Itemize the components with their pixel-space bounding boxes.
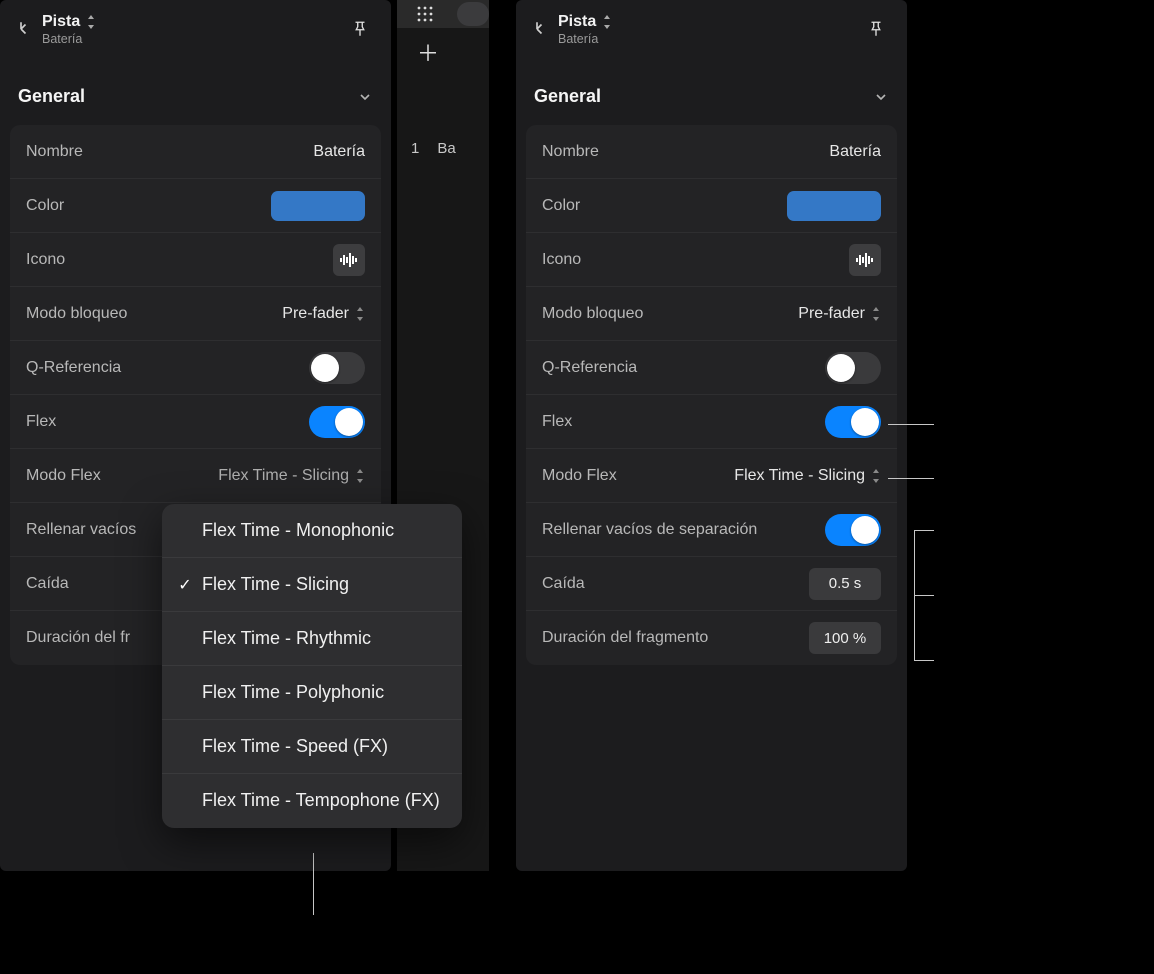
label-color: Color xyxy=(542,197,580,215)
label-flex: Flex xyxy=(542,413,572,431)
track-icon-tile[interactable] xyxy=(849,244,881,276)
pin-button[interactable] xyxy=(343,12,377,46)
toolbar-pill[interactable] xyxy=(457,2,489,26)
row-qref: Q-Referencia xyxy=(10,341,381,395)
label-flex: Flex xyxy=(26,413,56,431)
chevron-down-icon xyxy=(357,89,373,105)
label-color: Color xyxy=(26,197,64,215)
row-modoflex[interactable]: Modo Flex Flex Time - Slicing xyxy=(526,449,897,503)
toggle-flex[interactable] xyxy=(825,406,881,438)
track-icon-tile[interactable] xyxy=(333,244,365,276)
waveform-icon xyxy=(339,253,359,267)
updown-icon xyxy=(602,15,612,29)
row-duracion: Duración del fragmento 100 % xyxy=(526,611,897,665)
chevron-down-icon xyxy=(873,89,889,105)
header-title[interactable]: Pista xyxy=(558,13,596,31)
label-bloqueo: Modo bloqueo xyxy=(542,305,643,323)
value-bloqueo: Pre-fader xyxy=(282,305,349,323)
color-swatch[interactable] xyxy=(787,191,881,221)
toggle-rellenar[interactable] xyxy=(825,514,881,546)
back-arrow-icon[interactable] xyxy=(14,17,34,41)
add-track-button[interactable]: ＋ xyxy=(417,36,439,68)
label-modoflex: Modo Flex xyxy=(26,467,101,485)
row-rellenar: Rellenar vacíos de separación xyxy=(526,503,897,557)
row-color[interactable]: Color xyxy=(10,179,381,233)
callout-line xyxy=(914,595,934,596)
label-nombre: Nombre xyxy=(542,143,599,161)
label-icono: Icono xyxy=(542,251,581,269)
section-title: General xyxy=(18,86,85,107)
row-nombre[interactable]: Nombre Batería xyxy=(526,125,897,179)
callout-line xyxy=(888,424,934,425)
callout-line xyxy=(888,478,934,479)
value-nombre: Batería xyxy=(313,143,365,161)
menu-item-tempophone[interactable]: Flex Time - Tempophone (FX) xyxy=(162,774,462,828)
section-header[interactable]: General xyxy=(516,56,907,125)
value-modoflex: Flex Time - Slicing xyxy=(734,467,865,485)
grid-view-icon[interactable] xyxy=(413,2,437,26)
row-caida: Caída 0.5 s xyxy=(526,557,897,611)
label-qref: Q-Referencia xyxy=(26,359,121,377)
section-title: General xyxy=(534,86,601,107)
menu-item-polyphonic[interactable]: Flex Time - Polyphonic xyxy=(162,666,462,720)
toggle-qref[interactable] xyxy=(825,352,881,384)
row-icono[interactable]: Icono xyxy=(10,233,381,287)
label-rellenar: Rellenar vacíos xyxy=(26,521,136,539)
toggle-qref[interactable] xyxy=(309,352,365,384)
input-caida[interactable]: 0.5 s xyxy=(809,568,881,600)
label-bloqueo: Modo bloqueo xyxy=(26,305,127,323)
row-flex: Flex xyxy=(526,395,897,449)
label-qref: Q-Referencia xyxy=(542,359,637,377)
header-subtitle: Batería xyxy=(558,32,859,46)
menu-item-rhythmic[interactable]: Flex Time - Rhythmic xyxy=(162,612,462,666)
row-qref: Q-Referencia xyxy=(526,341,897,395)
label-modoflex: Modo Flex xyxy=(542,467,617,485)
track-label-partial: Ba xyxy=(437,140,455,157)
color-swatch[interactable] xyxy=(271,191,365,221)
callout-line xyxy=(914,660,934,661)
label-duracion: Duración del fr xyxy=(26,629,130,647)
label-caida: Caída xyxy=(542,575,585,593)
label-rellenar-full: Rellenar vacíos de separación xyxy=(542,521,757,539)
value-nombre: Batería xyxy=(829,143,881,161)
row-bloqueo[interactable]: Modo bloqueo Pre-fader xyxy=(10,287,381,341)
panel-header: Pista Batería xyxy=(0,0,391,56)
menu-item-monophonic[interactable]: Flex Time - Monophonic xyxy=(162,504,462,558)
callout-line xyxy=(313,853,314,915)
section-header[interactable]: General xyxy=(0,56,391,125)
panel-header: Pista Batería xyxy=(516,0,907,56)
row-flex: Flex xyxy=(10,395,381,449)
input-duracion[interactable]: 100 % xyxy=(809,622,881,654)
label-duracion-full: Duración del fragmento xyxy=(542,629,708,647)
updown-icon xyxy=(355,469,365,483)
menu-item-speed[interactable]: Flex Time - Speed (FX) xyxy=(162,720,462,774)
checkmark-icon: ✓ xyxy=(176,575,194,595)
pin-button[interactable] xyxy=(859,12,893,46)
row-nombre[interactable]: Nombre Batería xyxy=(10,125,381,179)
flex-mode-menu: Flex Time - Monophonic ✓Flex Time - Slic… xyxy=(162,504,462,828)
inspector-panel-right: Pista Batería General Nombre Batería Col… xyxy=(516,0,907,871)
row-color[interactable]: Color xyxy=(526,179,897,233)
callout-line xyxy=(914,530,934,531)
updown-icon xyxy=(86,15,96,29)
back-arrow-icon[interactable] xyxy=(530,17,550,41)
toggle-flex[interactable] xyxy=(309,406,365,438)
updown-icon xyxy=(871,469,881,483)
row-modoflex[interactable]: Modo Flex Flex Time - Slicing xyxy=(10,449,381,503)
label-icono: Icono xyxy=(26,251,65,269)
label-caida: Caída xyxy=(26,575,69,593)
row-bloqueo[interactable]: Modo bloqueo Pre-fader xyxy=(526,287,897,341)
properties-card: Nombre Batería Color Icono Modo bloqueo … xyxy=(526,125,897,665)
track-number: 1 xyxy=(411,140,419,157)
waveform-icon xyxy=(855,253,875,267)
menu-item-slicing[interactable]: ✓Flex Time - Slicing xyxy=(162,558,462,612)
updown-icon xyxy=(355,307,365,321)
updown-icon xyxy=(871,307,881,321)
row-icono[interactable]: Icono xyxy=(526,233,897,287)
header-subtitle: Batería xyxy=(42,32,343,46)
label-nombre: Nombre xyxy=(26,143,83,161)
value-modoflex: Flex Time - Slicing xyxy=(218,467,349,485)
value-bloqueo: Pre-fader xyxy=(798,305,865,323)
header-title[interactable]: Pista xyxy=(42,13,80,31)
